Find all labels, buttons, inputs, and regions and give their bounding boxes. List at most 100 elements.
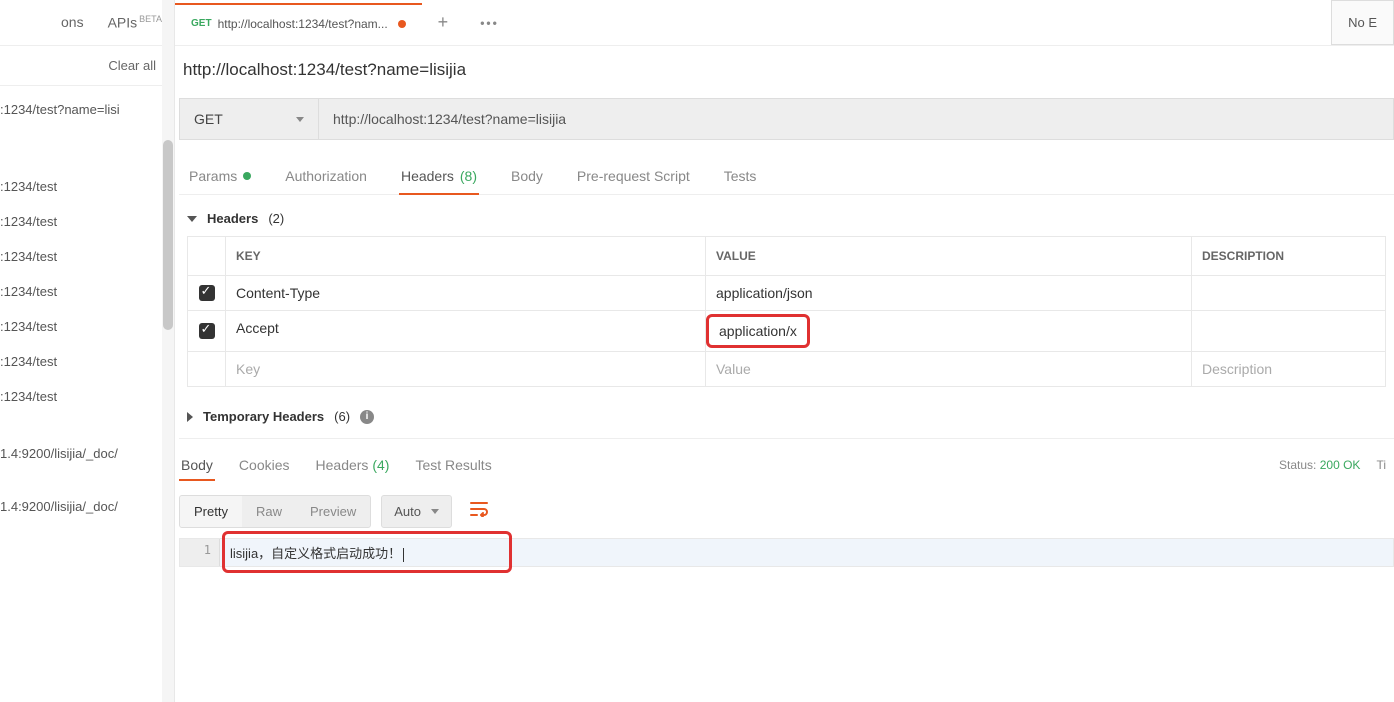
- tab-authorization[interactable]: Authorization: [283, 158, 369, 194]
- history-item[interactable]: :1234/test: [0, 344, 174, 379]
- headers-toggle[interactable]: Headers (2): [187, 207, 1386, 230]
- headers-title: Headers: [207, 211, 258, 226]
- header-value-input[interactable]: application/json: [706, 276, 1192, 310]
- scrollbar[interactable]: [162, 0, 174, 702]
- sidebar-nav: ons APIsBETA: [0, 0, 174, 46]
- tab-headers[interactable]: Headers (8): [399, 158, 479, 194]
- view-pretty-button[interactable]: Pretty: [180, 496, 242, 527]
- response-section: Body Cookies Headers (4) Test Results St…: [179, 438, 1394, 567]
- tab-prerequest[interactable]: Pre-request Script: [575, 158, 692, 194]
- view-raw-button[interactable]: Raw: [242, 496, 296, 527]
- table-row-new: Key Value Description: [188, 351, 1385, 386]
- request-name[interactable]: http://localhost:1234/test?name=lisijia: [183, 60, 1394, 98]
- column-key: KEY: [226, 237, 706, 275]
- annotation-highlight: application/x: [706, 314, 810, 348]
- wrap-lines-button[interactable]: [462, 497, 496, 526]
- header-description-input[interactable]: [1192, 311, 1385, 351]
- history-item[interactable]: 1.4:9200/lisijia/_doc/: [0, 436, 174, 471]
- history-item[interactable]: :1234/test: [0, 169, 174, 204]
- resp-tab-test-results[interactable]: Test Results: [413, 449, 493, 481]
- sidebar: ons APIsBETA Clear all :1234/test?name=l…: [0, 0, 175, 702]
- response-status: Status: 200 OK Ti: [1279, 458, 1394, 472]
- history-item[interactable]: :1234/test: [0, 204, 174, 239]
- history-item[interactable]: :1234/test: [0, 274, 174, 309]
- tab-method: GET: [191, 18, 212, 29]
- method-select[interactable]: GET: [179, 98, 319, 140]
- history-item[interactable]: :1234/test: [0, 309, 174, 344]
- line-number: 1: [180, 539, 220, 566]
- tab-body[interactable]: Body: [509, 158, 545, 194]
- resp-headers-count: (4): [372, 457, 389, 473]
- clear-all-button[interactable]: Clear all: [0, 46, 174, 86]
- resp-tab-body[interactable]: Body: [179, 449, 215, 481]
- request-tab[interactable]: GET http://localhost:1234/test?nam...: [175, 3, 422, 43]
- environment-selector[interactable]: No E: [1331, 0, 1394, 45]
- header-key-input[interactable]: Content-Type: [226, 276, 706, 310]
- table-header-row: KEY VALUE DESCRIPTION: [188, 236, 1385, 275]
- beta-badge: BETA: [139, 14, 162, 24]
- url-row: GET http://localhost:1234/test?name=lisi…: [179, 98, 1394, 140]
- response-body-content: lisijia，自定义格式启动成功！: [230, 546, 401, 561]
- header-description-input[interactable]: [1192, 276, 1385, 310]
- chevron-down-icon: [296, 117, 304, 122]
- response-toolbar: Pretty Raw Preview Auto: [179, 481, 1394, 538]
- text-cursor-icon: [403, 548, 404, 562]
- tab-title: http://localhost:1234/test?nam...: [218, 17, 388, 31]
- info-icon[interactable]: i: [360, 410, 374, 424]
- header-key-placeholder[interactable]: Key: [226, 352, 706, 386]
- response-body-text[interactable]: lisijia，自定义格式启动成功！: [220, 539, 414, 566]
- unsaved-dot-icon: [398, 20, 406, 28]
- chevron-down-icon: [431, 509, 439, 514]
- url-input[interactable]: http://localhost:1234/test?name=lisijia: [319, 98, 1394, 140]
- table-row: Content-Type application/json: [188, 275, 1385, 310]
- chevron-down-icon: [187, 216, 197, 222]
- tab-bar: GET http://localhost:1234/test?nam... + …: [175, 0, 1394, 46]
- table-row: Accept application/x: [188, 310, 1385, 351]
- history-item[interactable]: :1234/test?name=lisi: [0, 92, 174, 127]
- history-item[interactable]: :1234/test: [0, 379, 174, 414]
- resp-tab-cookies[interactable]: Cookies: [237, 449, 292, 481]
- tab-tests[interactable]: Tests: [722, 158, 759, 194]
- checkbox-checked-icon: [199, 323, 215, 339]
- header-value-input[interactable]: application/x: [706, 311, 1192, 351]
- view-preview-button[interactable]: Preview: [296, 496, 370, 527]
- checkbox-checked-icon: [199, 285, 215, 301]
- headers-visible-count: (2): [268, 211, 284, 226]
- nav-apis[interactable]: APIsBETA: [108, 14, 162, 31]
- history-item[interactable]: :1234/test: [0, 239, 174, 274]
- headers-section: Headers (2) KEY VALUE DESCRIPTION Conten…: [179, 195, 1394, 391]
- tab-params-label: Params: [189, 168, 237, 184]
- chevron-right-icon: [187, 412, 193, 422]
- header-description-placeholder[interactable]: Description: [1192, 352, 1385, 386]
- time-label: Ti: [1376, 458, 1386, 472]
- scrollbar-thumb[interactable]: [163, 140, 173, 330]
- temp-headers-toggle[interactable]: Temporary Headers (6) i: [187, 405, 1386, 428]
- status-value: 200 OK: [1320, 458, 1361, 472]
- header-value-placeholder[interactable]: Value: [706, 352, 1192, 386]
- format-select-value: Auto: [394, 504, 421, 519]
- tab-params[interactable]: Params: [187, 158, 253, 194]
- headers-count: (8): [460, 168, 477, 184]
- resp-tab-headers-label: Headers: [316, 457, 369, 473]
- request-tabs: Params Authorization Headers (8) Body Pr…: [179, 158, 1394, 195]
- wrap-icon: [470, 501, 488, 517]
- code-line: 1 lisijia，自定义格式启动成功！: [180, 539, 1393, 566]
- header-enabled-checkbox[interactable]: [188, 311, 226, 351]
- nav-collections[interactable]: ons: [61, 14, 84, 30]
- history-list: :1234/test?name=lisi :1234/test :1234/te…: [0, 86, 174, 524]
- tab-more-button[interactable]: •••: [464, 16, 515, 30]
- resp-tab-headers[interactable]: Headers (4): [314, 449, 392, 481]
- params-indicator-icon: [243, 172, 251, 180]
- format-select[interactable]: Auto: [381, 495, 452, 528]
- response-tabs: Body Cookies Headers (4) Test Results St…: [179, 449, 1394, 481]
- temp-headers-title: Temporary Headers: [203, 409, 324, 424]
- header-enabled-checkbox[interactable]: [188, 276, 226, 310]
- new-tab-button[interactable]: +: [422, 12, 465, 33]
- column-value: VALUE: [706, 237, 1192, 275]
- history-item[interactable]: 1.4:9200/lisijia/_doc/: [0, 489, 174, 524]
- header-key-input[interactable]: Accept: [226, 311, 706, 351]
- status-label: Status:: [1279, 458, 1316, 472]
- method-select-value: GET: [194, 111, 223, 127]
- main: GET http://localhost:1234/test?nam... + …: [175, 0, 1394, 702]
- temp-headers-count: (6): [334, 409, 350, 424]
